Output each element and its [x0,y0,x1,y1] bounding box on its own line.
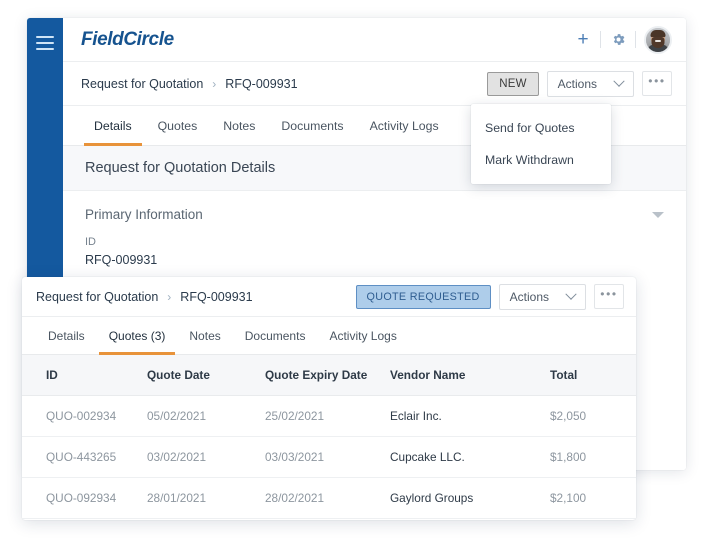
quotes-record-tabs: Details Quotes (3) Notes Documents Activ… [22,317,636,355]
chevron-down-icon [565,288,577,300]
record-actions: NEW Actions ••• [487,70,672,97]
cell-quote-date: 28/01/2021 [147,477,265,519]
panel-title: Primary Information [85,207,203,222]
plus-icon[interactable]: + [566,25,600,55]
primary-information-header: Primary Information [63,191,686,222]
cell-quote-date: 05/02/2021 [147,395,265,437]
tab-details[interactable]: Details [81,106,145,146]
tab-notes[interactable]: Notes [210,106,268,145]
cell-vendor: Eclair Inc. [390,395,550,437]
status-badge[interactable]: QUOTE REQUESTED [355,284,491,309]
cell-id[interactable]: QUO-002934 [22,395,147,437]
quotes-table: ID Quote Date Quote Expiry Date Vendor N… [22,355,636,519]
breadcrumb-bar: Request for Quotation › RFQ-009931 NEW A… [63,62,686,106]
field-id-label: ID [85,236,96,248]
cell-total: $1,800 [550,436,636,478]
app-logo: FieldCircle [81,28,174,50]
breadcrumb-parent[interactable]: Request for Quotation [81,77,203,91]
quotes-breadcrumb-current: RFQ-009931 [180,289,253,304]
topbar-divider-2 [635,31,636,48]
actions-dropdown-button[interactable]: Actions [546,70,634,97]
gear-icon[interactable] [601,25,635,55]
quotes-tab-details[interactable]: Details [36,317,97,354]
menu-item-mark-withdrawn[interactable]: Mark Withdrawn [471,144,611,176]
hamburger-menu-icon[interactable] [36,36,54,50]
quotes-breadcrumb-bar: Request for Quotation › RFQ-009931 QUOTE… [22,277,636,317]
tab-activity-logs[interactable]: Activity Logs [357,106,452,145]
cell-id[interactable]: QUO-443265 [22,436,147,478]
tab-documents[interactable]: Documents [268,106,356,145]
quotes-breadcrumb-separator-icon: › [167,289,172,304]
caret-down-icon[interactable] [652,211,664,218]
quotes-tab-activity-logs[interactable]: Activity Logs [317,317,408,354]
topbar-actions: + [566,25,672,55]
field-id-value: RFQ-009931 [85,253,158,267]
table-row[interactable]: QUO-002934 05/02/2021 25/02/2021 Eclair … [22,395,636,437]
column-header-expiry-date[interactable]: Quote Expiry Date [265,355,390,396]
quotes-actions-label: Actions [509,289,549,304]
quotes-tab-documents[interactable]: Documents [233,317,318,354]
app-topbar: FieldCircle + [63,18,686,62]
breadcrumb-current: RFQ-009931 [225,76,298,91]
table-row[interactable]: QUO-443265 03/02/2021 03/03/2021 Cupcake… [22,436,636,478]
menu-item-send-for-quotes[interactable]: Send for Quotes [471,112,611,144]
cell-total: $2,100 [550,477,636,519]
cell-expiry-date: 28/02/2021 [265,477,390,519]
quotes-tab-notes[interactable]: Notes [177,317,232,354]
breadcrumb-separator-icon: › [212,76,217,91]
cell-expiry-date: 25/02/2021 [265,395,390,437]
cell-vendor: Cupcake LLC. [390,436,550,478]
quotes-record-actions: QUOTE REQUESTED Actions ••• [355,283,624,310]
more-options-button[interactable]: ••• [642,71,672,96]
user-avatar[interactable] [644,25,672,54]
actions-label: Actions [557,76,597,91]
column-header-vendor-name[interactable]: Vendor Name [390,355,550,396]
chevron-down-icon [613,75,625,87]
cell-quote-date: 03/02/2021 [147,436,265,478]
field-id: ID RFQ-009931 [63,222,686,267]
column-header-total[interactable]: Total [550,355,636,396]
actions-dropdown-menu: Send for Quotes Mark Withdrawn [471,104,611,184]
column-header-id[interactable]: ID [22,355,147,396]
rfq-quotes-window: Request for Quotation › RFQ-009931 QUOTE… [22,277,636,520]
column-header-quote-date[interactable]: Quote Date [147,355,265,396]
cell-total: $2,050 [550,395,636,437]
quotes-more-options-button[interactable]: ••• [594,284,624,309]
table-header-row: ID Quote Date Quote Expiry Date Vendor N… [22,355,636,396]
quotes-tab-quotes[interactable]: Quotes (3) [97,317,178,355]
cell-vendor: Gaylord Groups [390,477,550,519]
screenshot-root: FieldCircle + Request for Quotation › RF… [0,0,706,549]
tab-quotes[interactable]: Quotes [145,106,211,145]
table-row[interactable]: QUO-092934 28/01/2021 28/02/2021 Gaylord… [22,477,636,519]
cell-expiry-date: 03/03/2021 [265,436,390,478]
quotes-actions-dropdown-button[interactable]: Actions [498,283,586,310]
new-button[interactable]: NEW [487,71,539,96]
cell-id[interactable]: QUO-092934 [22,477,147,519]
quotes-breadcrumb-parent[interactable]: Request for Quotation [36,290,158,304]
